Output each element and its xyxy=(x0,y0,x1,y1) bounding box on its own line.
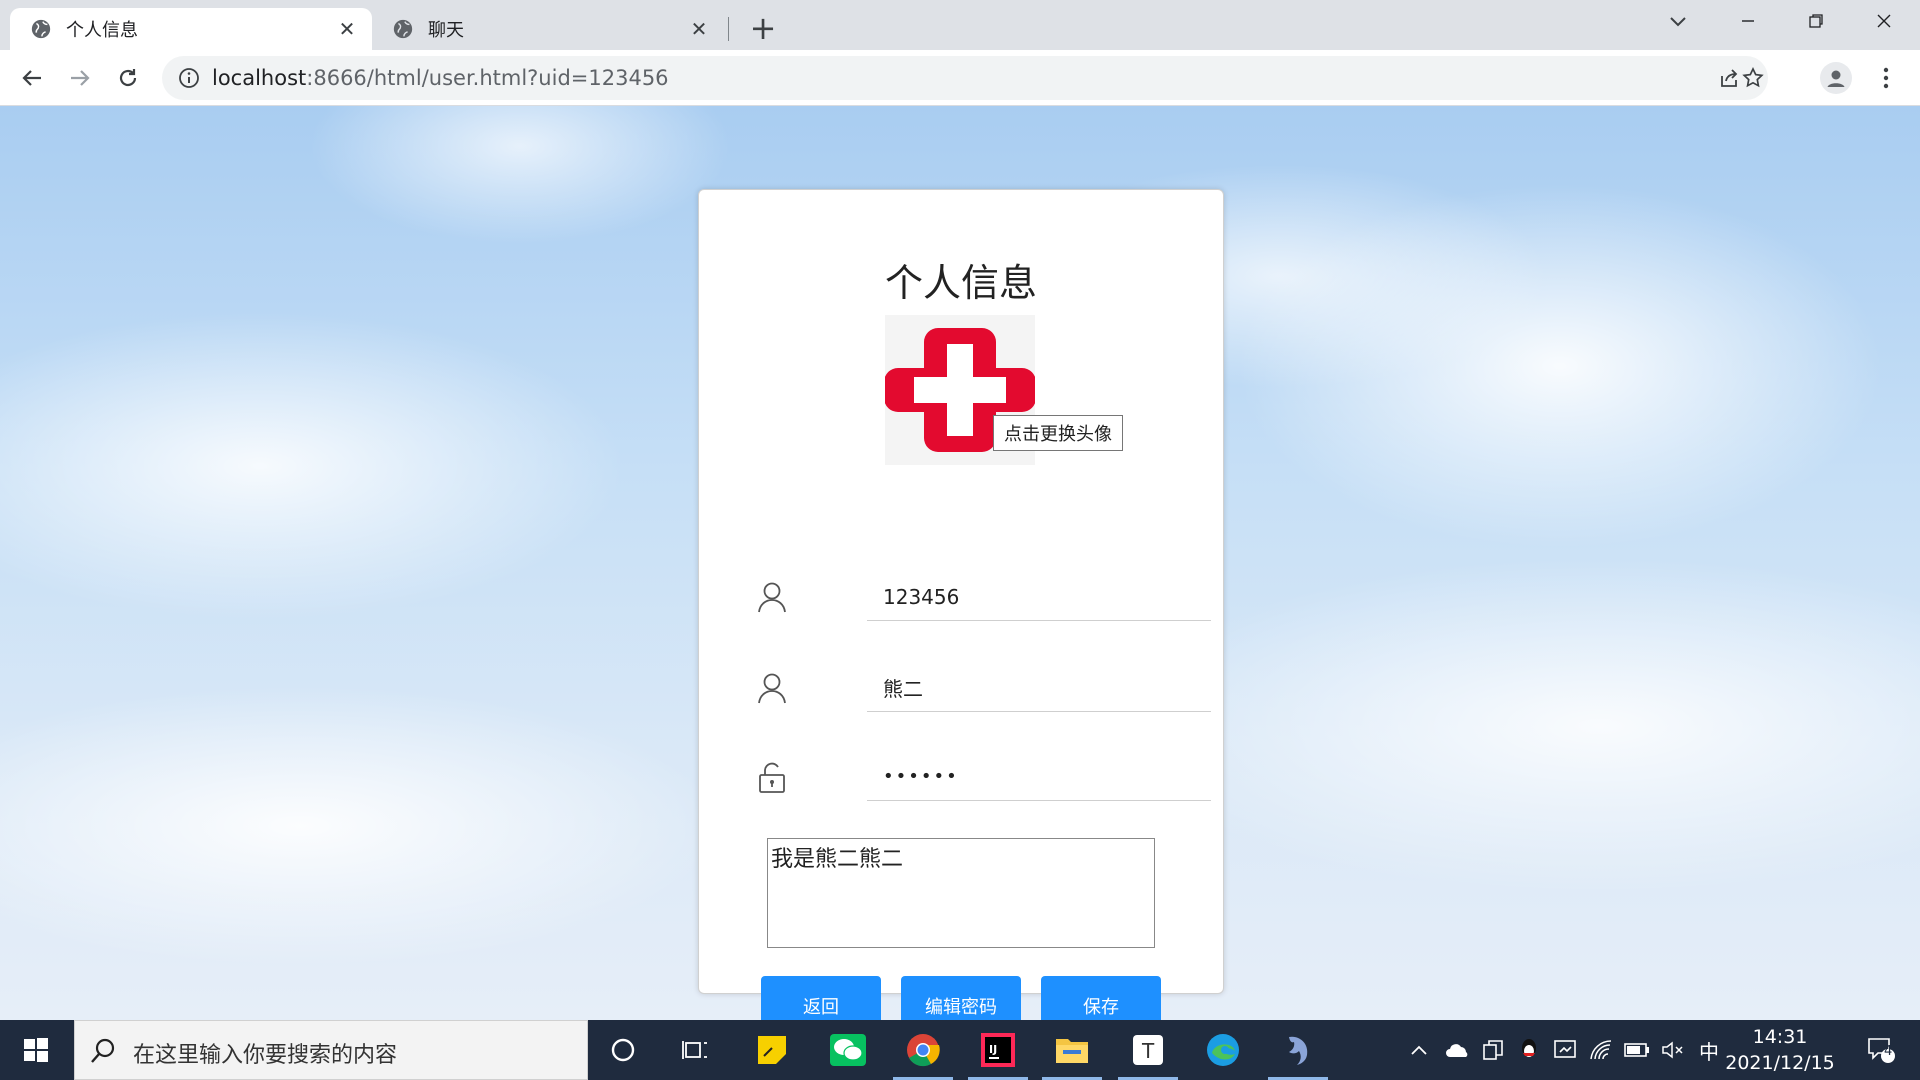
page-viewport: 个人信息 点击更换头像 我是熊二熊二 返回 编辑密码 保存 xyxy=(0,106,1920,1020)
avatar-tooltip: 点击更换头像 xyxy=(993,415,1123,451)
unlock-icon xyxy=(759,762,785,793)
volume-muted-icon[interactable] xyxy=(1658,1020,1688,1080)
globe-icon xyxy=(393,19,413,39)
edge-icon[interactable] xyxy=(1193,1028,1253,1072)
windows-start-icon[interactable] xyxy=(0,1020,72,1080)
profile-avatar-icon[interactable] xyxy=(1820,62,1852,94)
chrome-icon[interactable] xyxy=(893,1028,953,1080)
file-explorer-icon[interactable] xyxy=(1042,1028,1102,1080)
svg-text:IJ: IJ xyxy=(989,1043,997,1056)
close-tab-icon[interactable]: ✕ xyxy=(682,12,716,46)
battery-icon[interactable] xyxy=(1622,1020,1652,1080)
tab-personal-info[interactable]: 个人信息 ✕ xyxy=(10,8,372,50)
tab-title: 个人信息 xyxy=(66,20,138,41)
minimize-button[interactable] xyxy=(1714,0,1782,42)
dolphin-app-icon[interactable] xyxy=(1268,1028,1328,1080)
sticky-notes-icon[interactable] xyxy=(742,1028,802,1072)
screen-capture-icon[interactable] xyxy=(1550,1020,1580,1080)
back-arrow-icon[interactable] xyxy=(14,60,50,96)
url-path: :8666/html/user.html?uid=123456 xyxy=(306,66,669,90)
system-clock[interactable]: 14:31 2021/12/15 xyxy=(1712,1024,1848,1076)
uid-row xyxy=(757,573,1211,625)
close-window-button[interactable] xyxy=(1850,0,1918,42)
site-info-icon[interactable] xyxy=(178,67,200,89)
clock-date: 2021/12/15 xyxy=(1725,1052,1835,1074)
task-view-icon[interactable] xyxy=(665,1028,725,1072)
uid-field[interactable] xyxy=(867,573,1211,621)
back-button[interactable]: 返回 xyxy=(761,976,881,1020)
address-bar[interactable]: localhost:8666/html/user.html?uid=123456 xyxy=(162,56,1768,100)
forward-arrow-icon[interactable] xyxy=(62,60,98,96)
notification-count: 4 xyxy=(1884,1044,1893,1059)
notification-center-icon[interactable]: 4 xyxy=(1856,1020,1906,1080)
clock-time: 14:31 xyxy=(1752,1026,1808,1048)
tab-divider xyxy=(728,17,729,41)
search-icon xyxy=(91,1038,115,1063)
restore-button[interactable] xyxy=(1782,0,1850,42)
more-menu-icon[interactable] xyxy=(1870,62,1902,94)
svg-text:T: T xyxy=(1141,1039,1155,1063)
bookmark-star-icon[interactable] xyxy=(1738,64,1768,92)
url-text: localhost:8666/html/user.html?uid=123456 xyxy=(212,66,669,90)
search-placeholder: 在这里输入你要搜索的内容 xyxy=(133,1043,398,1068)
nickname-row xyxy=(757,664,1211,716)
user-icon xyxy=(758,582,786,613)
show-hidden-icons-chevron-icon[interactable] xyxy=(1404,1020,1434,1080)
onedrive-icon[interactable] xyxy=(1440,1020,1476,1080)
save-button[interactable]: 保存 xyxy=(1041,976,1161,1020)
reload-icon[interactable] xyxy=(110,60,146,96)
taskbar-search-box[interactable]: 在这里输入你要搜索的内容 xyxy=(74,1020,588,1080)
windows-taskbar: 在这里输入你要搜索的内容 IJ T 中 14:31 2021/12/15 4 xyxy=(0,1020,1920,1080)
password-field[interactable] xyxy=(867,753,1211,801)
nickname-field[interactable] xyxy=(867,664,1211,712)
new-tab-button[interactable]: + xyxy=(745,9,781,47)
wifi-icon[interactable] xyxy=(1586,1020,1616,1080)
copy-windows-icon[interactable] xyxy=(1478,1020,1508,1080)
page-title: 个人信息 xyxy=(884,261,1037,305)
tab-chat[interactable]: 聊天 ✕ xyxy=(372,8,724,50)
wechat-icon[interactable] xyxy=(818,1028,878,1072)
url-host: localhost xyxy=(212,66,307,90)
tab-search-icon[interactable] xyxy=(1660,8,1696,36)
browser-toolbar: localhost:8666/html/user.html?uid=123456 xyxy=(0,50,1920,106)
qq-penguin-icon[interactable] xyxy=(1514,1020,1544,1080)
bio-textarea[interactable]: 我是熊二熊二 xyxy=(767,838,1155,948)
tab-title: 聊天 xyxy=(428,20,464,41)
typora-icon[interactable]: T xyxy=(1118,1028,1178,1080)
close-tab-icon[interactable]: ✕ xyxy=(330,12,364,46)
globe-icon xyxy=(31,19,51,39)
password-row xyxy=(757,753,1211,805)
user-icon xyxy=(758,673,786,704)
cortana-icon[interactable] xyxy=(593,1028,653,1072)
profile-card: 个人信息 点击更换头像 我是熊二熊二 返回 编辑密码 保存 xyxy=(698,189,1224,1020)
tab-strip: 个人信息 ✕ 聊天 ✕ + xyxy=(0,0,1920,50)
intellij-icon[interactable]: IJ xyxy=(968,1028,1028,1080)
edit-password-button[interactable]: 编辑密码 xyxy=(901,976,1021,1020)
